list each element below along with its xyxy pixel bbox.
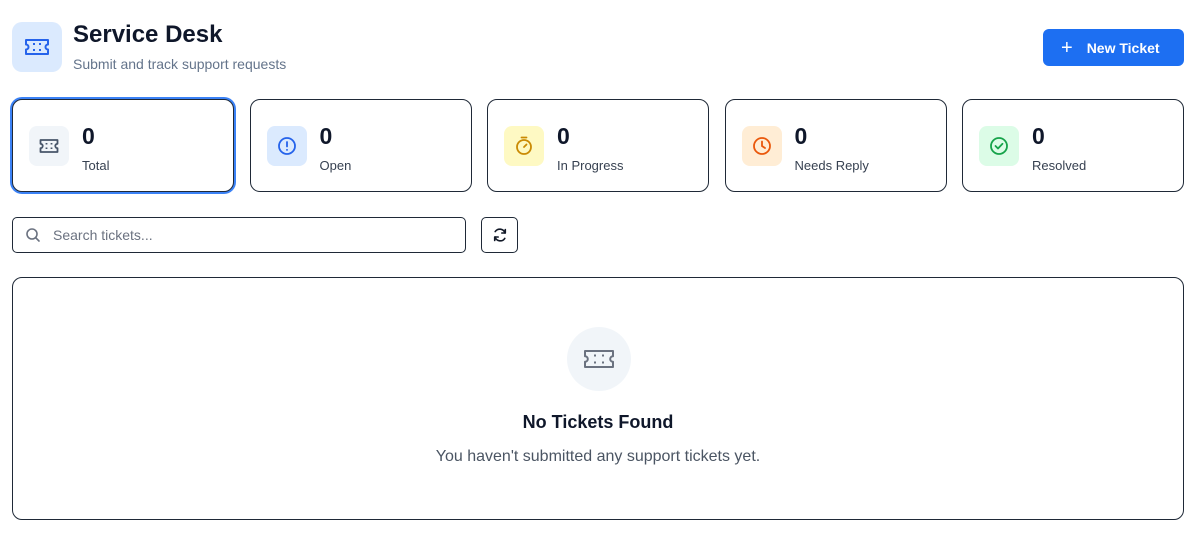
new-ticket-label: New Ticket [1086,39,1160,56]
ticket-icon [567,327,631,391]
stat-card-needs-reply[interactable]: 0 Needs Reply [724,99,947,192]
search-icon [26,228,40,242]
timer-icon [504,126,544,166]
stat-card-in-progress[interactable]: 0 In Progress [487,99,709,192]
search-input[interactable] [53,218,453,252]
ticket-icon [29,126,69,166]
alert-circle-icon [266,126,307,166]
stat-label: In Progress [557,158,624,173]
plus-icon: + [1061,36,1073,59]
empty-state-title: No Tickets Found [522,412,674,432]
empty-state-message: You haven't submitted any support ticket… [435,448,761,465]
stat-value: 0 [557,123,570,149]
stat-value: 0 [319,123,333,149]
stat-card-resolved[interactable]: 0 Resolved [962,99,1184,192]
check-circle-icon [979,126,1019,166]
stat-value: 0 [794,123,808,149]
refresh-button[interactable] [481,217,518,253]
search-box[interactable] [12,217,466,253]
new-ticket-button[interactable]: + New Ticket [1043,29,1184,66]
stat-card-open[interactable]: 0 Open [249,99,472,192]
clock-icon [741,126,782,166]
tickets-empty-state: No Tickets Found You haven't submitted a… [12,277,1184,520]
stat-value: 0 [82,123,95,149]
stat-label: Total [82,158,110,173]
stats-row: 0 Total 0 Open 0 In Progress 0 Needs Rep… [12,99,1184,192]
page-subtitle: Submit and track support requests [73,56,287,72]
stat-label: Needs Reply [794,158,869,173]
page-header: Service Desk Submit and track support re… [12,21,1184,73]
stat-card-total[interactable]: 0 Total [12,99,234,192]
stat-label: Resolved [1032,158,1087,173]
page-title: Service Desk [73,21,223,48]
ticket-icon [12,22,62,72]
stat-value: 0 [1032,123,1045,149]
stat-label: Open [319,158,352,173]
refresh-icon [493,228,506,242]
